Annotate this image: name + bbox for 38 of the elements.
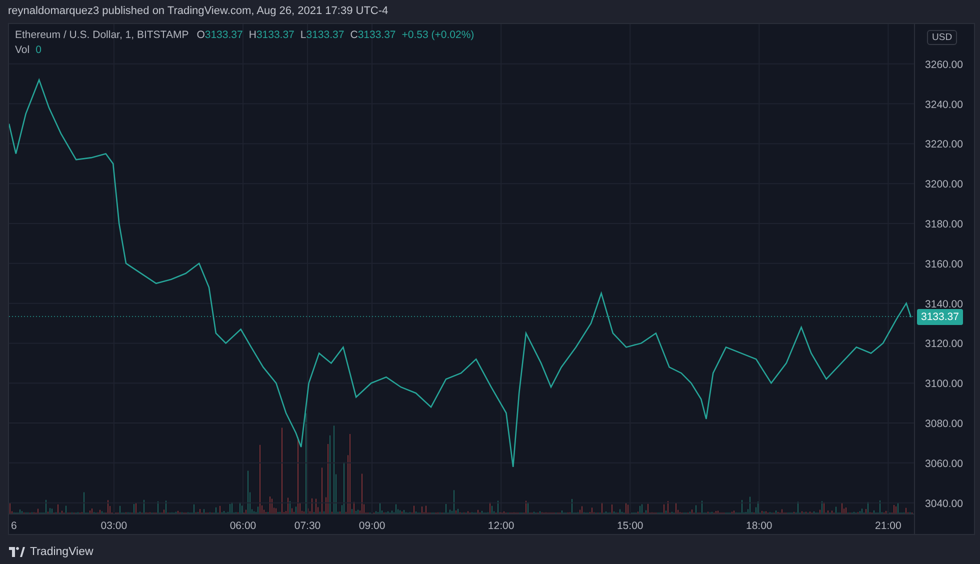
ohlc-label: O [196, 29, 205, 41]
time-axis-label: 21:00 [875, 520, 902, 532]
publisher-caption: reynaldomarquez3 published on TradingView.com, Aug 26, 2021 17:39 UTC-4 [7, 4, 390, 19]
ohlc-value: 3133.37 [204, 29, 243, 41]
price-axis-label: 3120.00 [925, 338, 963, 350]
price-axis-label: 3080.00 [925, 418, 963, 430]
price-badge: 3133.37 [917, 308, 963, 325]
logo-icon [9, 547, 25, 557]
ohlc-value: 3133.37 [306, 29, 344, 41]
time-axis-label: 07:30 [294, 520, 321, 532]
price-axis-label: 3140.00 [925, 298, 963, 310]
price-axis-label: 3060.00 [925, 458, 963, 470]
price-axis-label: 3160.00 [925, 258, 963, 270]
ohlc-value: 3133.37 [256, 29, 294, 41]
price-axis-label: 3240.00 [925, 98, 963, 111]
symbol-title: Ethereum / U.S. Dollar, 1, BITSTAMP [15, 29, 189, 41]
ohlc-label: L [300, 29, 306, 41]
price-axis-label: 3220.00 [925, 138, 963, 151]
price-axis-label: 3100.00 [925, 378, 963, 390]
price-axis-label: 3180.00 [925, 218, 963, 230]
brand-name: TradingView [30, 546, 94, 558]
time-axis-label: 6 [11, 520, 17, 532]
price-axis-label: 3200.00 [925, 178, 963, 191]
price-change: +0.53 (+0.02%) [402, 29, 474, 41]
time-axis-label: 03:00 [100, 520, 128, 532]
currency-badge: USD [927, 30, 958, 45]
volume-label: Vol [15, 44, 30, 56]
price-axis-label: 3040.00 [925, 498, 963, 510]
time-axis-label: 06:00 [230, 520, 256, 532]
time-axis-label: 18:00 [746, 520, 772, 532]
volume-value: 0 [36, 44, 42, 56]
ohlc-label: C [350, 29, 358, 41]
ohlc-value: 3133.37 [358, 29, 396, 41]
ohlc-label: H [248, 29, 256, 41]
time-axis-label: 15:00 [616, 520, 644, 532]
price-axis-label: 3260.00 [925, 58, 963, 71]
time-axis-label: 12:00 [488, 520, 514, 532]
time-axis-label: 09:00 [358, 520, 386, 532]
